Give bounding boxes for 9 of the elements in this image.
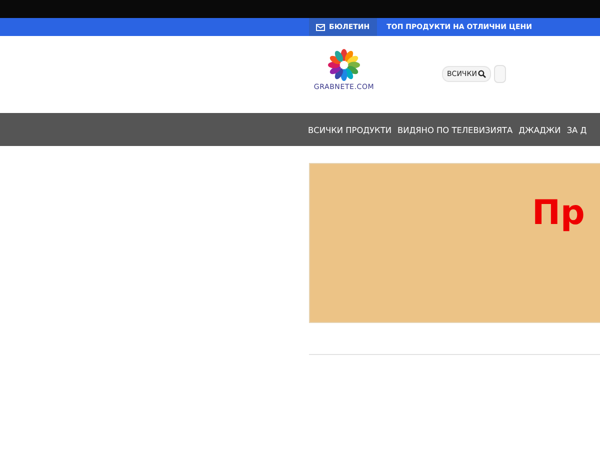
search-icon (478, 70, 486, 78)
nav-link[interactable]: ВСИЧКИ ПРОДУКТИ (308, 124, 392, 134)
banner-heading: Пр (532, 196, 585, 230)
envelope-icon (316, 24, 325, 30)
flower-logo-icon (328, 48, 360, 80)
nav-link[interactable]: ВИДЯНО ПО ТЕЛЕВИЗИЯТА (397, 124, 513, 134)
nav-link[interactable]: ДЖАДЖИ (518, 124, 561, 134)
nav-link[interactable]: ЗА Д (566, 124, 587, 134)
small-button[interactable] (494, 64, 506, 82)
